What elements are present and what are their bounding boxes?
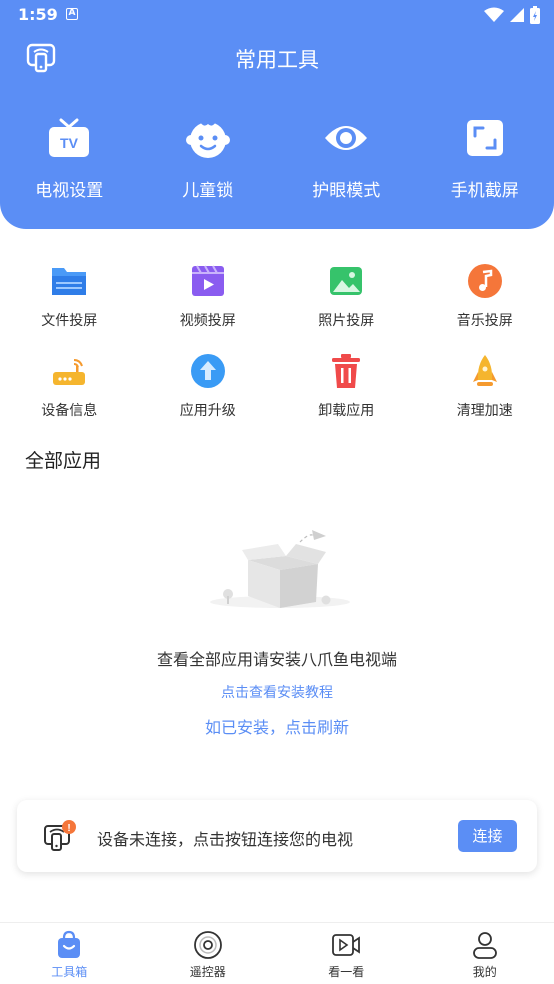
quick-action-eye-mode[interactable]: 护眼模式 (277, 116, 416, 201)
tool-label: 卸载应用 (318, 403, 375, 419)
status-time: 1:59 (18, 5, 58, 24)
quick-action-label: 电视设置 (35, 181, 104, 201)
nav-label: 工具箱 (51, 965, 88, 979)
svg-text:TV: TV (60, 135, 79, 151)
tool-photo-cast[interactable]: 照片投屏 (277, 262, 416, 352)
remote-icon (193, 931, 222, 959)
header-panel: 常用工具 TV 电视设置 儿童锁 护眼模式 手机截屏 (0, 30, 554, 229)
quick-action-tv-settings[interactable]: TV 电视设置 (0, 116, 139, 201)
signal-icon (510, 8, 524, 22)
quick-action-label: 儿童锁 (182, 181, 234, 201)
quick-actions: TV 电视设置 儿童锁 护眼模式 手机截屏 (0, 116, 554, 201)
quick-action-label: 手机截屏 (450, 181, 519, 201)
toolbox-icon (58, 930, 81, 958)
refresh-link[interactable]: 如已安装，点击刷新 (0, 714, 554, 738)
tool-label: 清理加速 (456, 403, 513, 419)
tool-uninstall-app[interactable]: 卸载应用 (277, 352, 416, 442)
rocket-icon (472, 355, 497, 386)
tool-label: 视频投屏 (179, 313, 236, 329)
tool-label: 设备信息 (41, 403, 98, 419)
tool-label: 文件投屏 (41, 313, 98, 329)
nav-label: 看一看 (328, 965, 365, 979)
tv-icon: TV (49, 118, 90, 157)
tool-label: 应用升级 (179, 403, 236, 419)
video-icon (191, 265, 224, 296)
nav-toolbox[interactable]: 工具箱 (0, 923, 139, 984)
tool-app-upgrade[interactable]: 应用升级 (139, 352, 278, 442)
bottom-nav: 工具箱 遥控器 看一看 我的 (0, 922, 554, 984)
quick-action-label: 护眼模式 (312, 181, 381, 201)
tool-clean-speedup[interactable]: 清理加速 (416, 352, 554, 442)
quick-action-child-lock[interactable]: 儿童锁 (139, 116, 278, 201)
screenshot-icon (466, 120, 503, 156)
install-tutorial-link[interactable]: 点击查看安装教程 (0, 682, 554, 702)
eye-icon (325, 126, 368, 150)
tool-video-cast[interactable]: 视频投屏 (139, 262, 278, 352)
empty-message: 查看全部应用请安装八爪鱼电视端 (156, 650, 397, 669)
cast-disconnected-icon: ! (44, 820, 76, 851)
tool-device-info[interactable]: 设备信息 (0, 352, 139, 442)
battery-icon (530, 6, 540, 24)
connect-card: ! 设备未连接，点击按钮连接您的电视 连接 (17, 800, 537, 872)
photo-icon (330, 267, 363, 295)
status-icons (484, 6, 540, 24)
alert-badge: ! (67, 823, 70, 834)
trash-icon (332, 354, 361, 388)
tools-row: 文件投屏 视频投屏 照片投屏 音乐投屏 (0, 262, 554, 352)
page-title: 常用工具 (235, 48, 319, 72)
tool-label: 照片投屏 (318, 313, 375, 329)
connect-message: 设备未连接，点击按钮连接您的电视 (97, 830, 354, 849)
tools-row: 设备信息 应用升级 卸载应用 清理加速 (0, 352, 554, 442)
all-apps-title: 全部应用 (25, 450, 102, 472)
nav-profile[interactable]: 我的 (416, 923, 554, 984)
tool-music-cast[interactable]: 音乐投屏 (416, 262, 554, 352)
empty-box-illustration (210, 530, 350, 608)
upgrade-icon (190, 354, 225, 388)
status-bar: 1:59 A (0, 0, 554, 30)
folder-icon (52, 268, 87, 295)
child-face-icon (185, 119, 230, 158)
video-camera-icon (332, 934, 361, 956)
tool-file-cast[interactable]: 文件投屏 (0, 262, 139, 352)
nav-label: 遥控器 (189, 965, 226, 979)
music-icon (467, 264, 502, 298)
nav-label: 我的 (472, 965, 497, 979)
notification-a-icon: A (66, 8, 78, 20)
tools-grid: 文件投屏 视频投屏 照片投屏 音乐投屏 设备信息 应用升级 卸载应用 清理加速 (0, 262, 554, 442)
profile-icon (472, 932, 497, 959)
nav-remote[interactable]: 遥控器 (139, 923, 278, 984)
wifi-icon (484, 7, 504, 22)
quick-action-screenshot[interactable]: 手机截屏 (416, 116, 554, 201)
connect-button[interactable]: 连接 (458, 820, 517, 852)
tool-label: 音乐投屏 (456, 313, 513, 329)
nav-watch[interactable]: 看一看 (277, 923, 416, 984)
router-icon (53, 359, 86, 385)
